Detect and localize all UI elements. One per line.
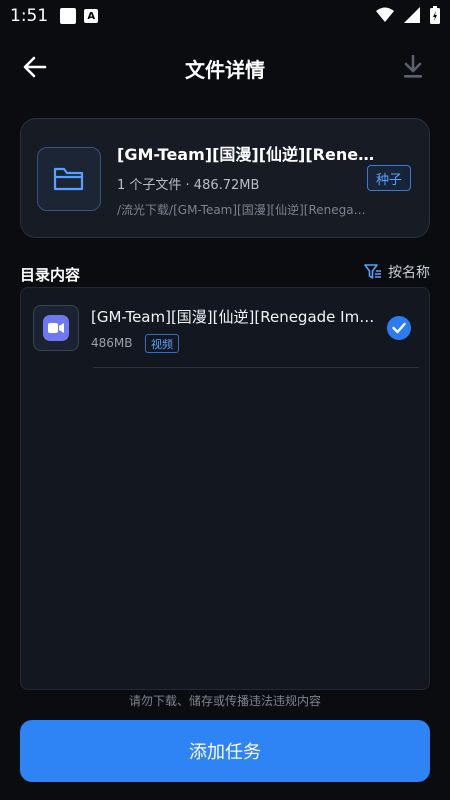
status-time: 1:51 — [10, 6, 49, 26]
file-info-card: [GM-Team][国漫][仙逆][Renegade Immortal] 1 个… — [20, 118, 430, 238]
sort-label: 按名称 — [388, 265, 430, 281]
file-meta: 1 个子文件 · 486.72MB — [117, 178, 260, 193]
notification-square-icon — [60, 8, 77, 24]
file-title: [GM-Team][国漫][仙逆][Renegade Immortal] — [117, 145, 377, 164]
status-bar: 1:51 A — [0, 0, 450, 32]
directory-section-title: 目录内容 — [20, 266, 81, 284]
video-thumb — [33, 305, 79, 351]
item-type-tag: 视频 — [145, 334, 179, 353]
filter-sort-icon — [364, 264, 381, 279]
legal-notice: 请勿下载、储存或传播违法违规内容 — [128, 694, 321, 708]
torrent-badge: 种子 — [366, 165, 411, 191]
item-title: [GM-Team][国漫][仙逆][Renegade Immortal] — [91, 308, 376, 326]
notification-a-icon: A — [84, 9, 99, 23]
download-icon — [404, 55, 422, 78]
item-size: 486MB — [91, 336, 133, 350]
page-title: 文件详情 — [185, 58, 265, 82]
file-list: [GM-Team][国漫][仙逆][Renegade Immortal] 486… — [20, 287, 430, 690]
battery-icon — [430, 6, 440, 24]
file-path: /流光下载/[GM-Team][国漫][仙逆][Renegade Immorta… — [117, 203, 367, 217]
item-divider — [93, 367, 419, 368]
checkmark-icon[interactable] — [387, 316, 411, 340]
wifi-icon — [376, 7, 394, 22]
download-button[interactable] — [400, 52, 426, 82]
list-item[interactable]: [GM-Team][国漫][仙逆][Renegade Immortal] 486… — [21, 288, 429, 368]
app-header: 文件详情 — [0, 40, 450, 96]
signal-icon — [404, 7, 420, 23]
add-task-button[interactable]: 添加任务 — [20, 720, 430, 782]
folder-icon — [53, 167, 84, 191]
folder-tile — [37, 147, 101, 211]
video-icon — [43, 315, 69, 341]
sort-by-name-button[interactable]: 按名称 — [364, 262, 430, 282]
